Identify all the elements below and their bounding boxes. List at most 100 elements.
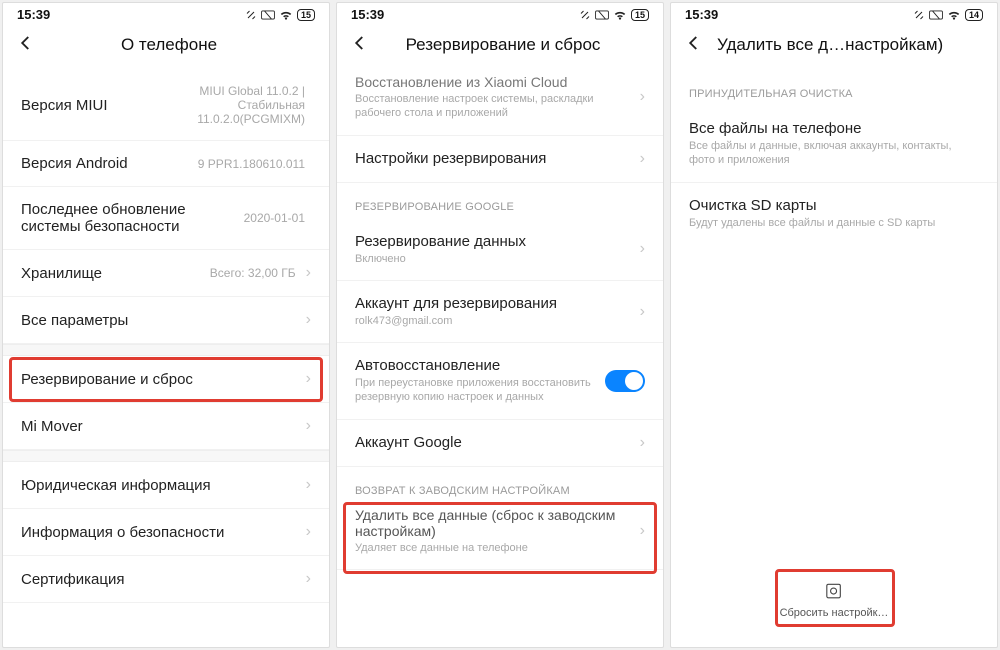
no-sim-icon — [595, 10, 609, 20]
vibrate-icon — [245, 9, 257, 21]
status-time: 15:39 — [351, 7, 384, 22]
row-label: Mi Mover — [21, 418, 302, 435]
row-xiaomi-cloud-restore[interactable]: Восстановление из Xiaomi Cloud Восстанов… — [337, 70, 663, 136]
row-value: 9 PPR1.180610.011 — [198, 157, 305, 171]
row-mi-mover[interactable]: Mi Mover › — [3, 403, 329, 450]
status-bar: 15:39 15 — [3, 3, 329, 24]
row-factory-reset[interactable]: Удалить все данные (сброс к заводским на… — [337, 503, 663, 570]
wifi-icon — [613, 9, 627, 21]
row-legal-info[interactable]: Юридическая информация › — [3, 462, 329, 509]
toggle-switch[interactable] — [605, 370, 645, 392]
status-bar: 15:39 14 — [671, 3, 997, 24]
row-label: Аккаунт для резервирования — [355, 295, 636, 312]
chevron-right-icon: › — [306, 264, 311, 282]
row-all-params[interactable]: Все параметры › — [3, 297, 329, 344]
phone-screen-2: 15:39 15 Резервирование и сброс Восстано… — [336, 2, 664, 648]
phone-screen-1: 15:39 15 О телефоне Версия MIUI MIUI Glo… — [2, 2, 330, 648]
reset-label: Сбросить настройк… — [780, 607, 889, 619]
row-auto-restore[interactable]: Автовосстановление При переустановке при… — [337, 343, 663, 420]
page-title: Резервирование и сброс — [379, 35, 627, 55]
header: Резервирование и сброс — [337, 24, 663, 70]
wifi-icon — [947, 9, 961, 21]
wifi-icon — [279, 9, 293, 21]
row-google-account[interactable]: Аккаунт Google › — [337, 420, 663, 467]
row-label: Аккаунт Google — [355, 434, 636, 451]
row-all-files[interactable]: Все файлы на телефоне Все файлы и данные… — [671, 106, 997, 183]
back-icon[interactable] — [351, 34, 369, 56]
page-title: О телефоне — [45, 35, 293, 55]
section-gap — [3, 450, 329, 462]
chevron-right-icon: › — [306, 417, 311, 435]
row-sub: rolk473@gmail.com — [355, 314, 636, 328]
row-android-version[interactable]: Версия Android 9 PPR1.180610.011 — [3, 141, 329, 187]
status-time: 15:39 — [685, 7, 718, 22]
chevron-right-icon: › — [306, 370, 311, 388]
row-label: Последнее обновление системы безопасност… — [21, 201, 244, 235]
reset-settings-action[interactable]: Сбросить настройк… — [780, 582, 889, 619]
row-label: Настройки резервирования — [355, 150, 636, 167]
row-label: Сертификация — [21, 571, 302, 588]
chevron-right-icon: › — [640, 303, 645, 321]
back-icon[interactable] — [17, 34, 35, 56]
row-backup-settings[interactable]: Настройки резервирования › — [337, 136, 663, 183]
row-label: Восстановление из Xiaomi Cloud — [355, 74, 636, 90]
battery-indicator: 14 — [965, 9, 983, 21]
section-label-factory: ВОЗВРАТ К ЗАВОДСКИМ НАСТРОЙКАМ — [337, 467, 663, 503]
phone-screen-3: 15:39 14 Удалить все д…настройкам) ПРИНУ… — [670, 2, 998, 648]
section-label-google: РЕЗЕРВИРОВАНИЕ GOOGLE — [337, 183, 663, 219]
row-security-update[interactable]: Последнее обновление системы безопасност… — [3, 187, 329, 250]
highlight-wrap: Резервирование и сброс › — [3, 356, 329, 403]
row-sd-wipe[interactable]: Очистка SD карты Будут удалены все файлы… — [671, 183, 997, 244]
row-storage[interactable]: Хранилище Всего: 32,00 ГБ › — [3, 250, 329, 297]
row-label: Удалить все данные (сброс к заводским на… — [355, 507, 636, 539]
section-label-force-wipe: ПРИНУДИТЕЛЬНАЯ ОЧИСТКА — [671, 70, 997, 106]
row-miui-version[interactable]: Версия MIUI MIUI Global 11.0.2 | Стабиль… — [3, 70, 329, 141]
chevron-right-icon: › — [640, 240, 645, 258]
page-title: Удалить все д…настройкам) — [717, 35, 983, 55]
row-label: Хранилище — [21, 265, 210, 282]
status-bar: 15:39 15 — [337, 3, 663, 24]
status-icons: 15 — [245, 9, 315, 21]
row-label: Очистка SD карты — [689, 197, 979, 214]
row-certification[interactable]: Сертификация › — [3, 556, 329, 603]
row-label: Автовосстановление — [355, 357, 605, 374]
row-backup-reset[interactable]: Резервирование и сброс › — [3, 356, 329, 403]
content-area: Версия MIUI MIUI Global 11.0.2 | Стабиль… — [3, 70, 329, 647]
chevron-right-icon: › — [640, 522, 645, 540]
reset-icon — [780, 582, 889, 603]
content-area: ПРИНУДИТЕЛЬНАЯ ОЧИСТКА Все файлы на теле… — [671, 70, 997, 647]
row-value: Всего: 32,00 ГБ — [210, 266, 296, 280]
content-area: Восстановление из Xiaomi Cloud Восстанов… — [337, 70, 663, 647]
chevron-right-icon: › — [306, 311, 311, 329]
chevron-right-icon: › — [306, 523, 311, 541]
row-sub: Все файлы и данные, включая аккаунты, ко… — [689, 139, 979, 168]
row-security-info[interactable]: Информация о безопасности › — [3, 509, 329, 556]
no-sim-icon — [929, 10, 943, 20]
battery-indicator: 15 — [631, 9, 649, 21]
row-value: MIUI Global 11.0.2 | Стабильная 11.0.2.0… — [197, 84, 305, 126]
row-label: Все параметры — [21, 312, 302, 329]
row-sub: Удаляет все данные на телефоне — [355, 541, 636, 555]
chevron-right-icon: › — [306, 476, 311, 494]
chevron-right-icon: › — [640, 150, 645, 168]
chevron-right-icon: › — [640, 88, 645, 106]
no-sim-icon — [261, 10, 275, 20]
row-sub: Восстановление настроек системы, расклад… — [355, 92, 636, 121]
status-time: 15:39 — [17, 7, 50, 22]
section-gap — [3, 344, 329, 356]
row-backup-account[interactable]: Аккаунт для резервирования rolk473@gmail… — [337, 281, 663, 343]
row-label: Версия MIUI — [21, 97, 197, 114]
row-label: Версия Android — [21, 155, 198, 172]
chevron-right-icon: › — [640, 434, 645, 452]
row-label: Информация о безопасности — [21, 524, 302, 541]
header: Удалить все д…настройкам) — [671, 24, 997, 70]
row-sub: Будут удалены все файлы и данные с SD ка… — [689, 216, 979, 230]
row-label: Резервирование и сброс — [21, 371, 302, 388]
status-icons: 15 — [579, 9, 649, 21]
row-label: Все файлы на телефоне — [689, 120, 979, 137]
highlight-wrap: Удалить все данные (сброс к заводским на… — [337, 503, 663, 570]
row-backup-data[interactable]: Резервирование данных Включено › — [337, 219, 663, 281]
vibrate-icon — [579, 9, 591, 21]
back-icon[interactable] — [685, 34, 703, 56]
row-label: Резервирование данных — [355, 233, 636, 250]
